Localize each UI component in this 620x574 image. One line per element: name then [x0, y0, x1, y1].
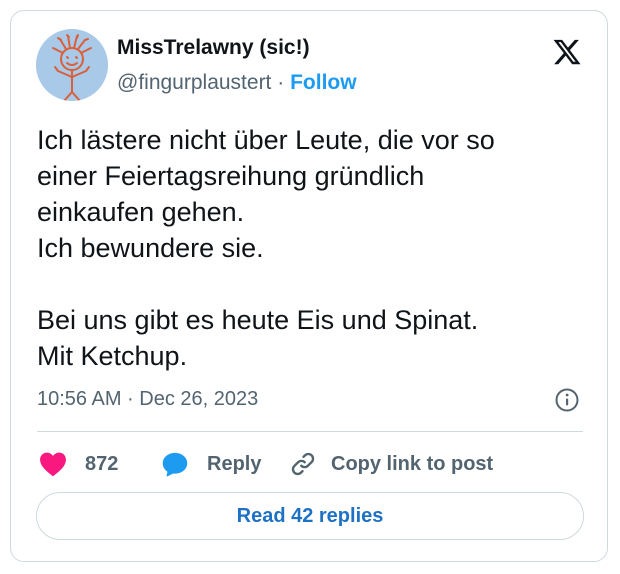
- x-logo-icon[interactable]: [551, 37, 583, 67]
- reply-label: Reply: [207, 452, 262, 475]
- info-icon[interactable]: [554, 387, 580, 413]
- post-timestamp[interactable]: 10:56 AM · Dec 26, 2023: [37, 388, 258, 411]
- embedded-post-card: MissTrelawny (sic!) @fingurplaustert · F…: [10, 10, 608, 562]
- like-count: 872: [85, 452, 119, 475]
- avatar-drawing: [36, 29, 108, 101]
- author-handle[interactable]: @fingurplaustert: [117, 71, 271, 94]
- post-text: Ich lästere nicht über Leute, die vor so…: [37, 125, 495, 371]
- copy-link-label: Copy link to post: [331, 452, 494, 475]
- divider: [37, 431, 583, 432]
- like-button[interactable]: 872: [39, 449, 118, 479]
- avatar[interactable]: [36, 29, 108, 101]
- reply-bubble-icon: [162, 452, 188, 477]
- author-display-name[interactable]: MissTrelawny (sic!): [117, 36, 310, 60]
- read-replies-button[interactable]: Read 42 replies: [36, 492, 584, 540]
- copy-link-button[interactable]: Copy link to post: [289, 449, 493, 479]
- author-handle-line: @fingurplaustert · Follow: [117, 71, 357, 95]
- reply-button[interactable]: Reply: [161, 449, 261, 479]
- heart-icon: [40, 452, 66, 477]
- follow-link[interactable]: Follow: [290, 71, 357, 94]
- link-icon: [291, 452, 315, 476]
- handle-separator: ·: [277, 71, 285, 94]
